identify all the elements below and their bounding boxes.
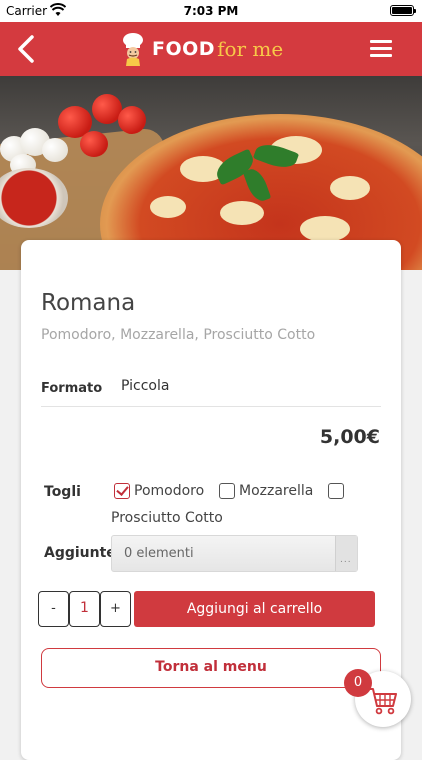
brand-logo: FOOD for me (118, 30, 283, 68)
additions-label: Aggiunte (44, 545, 116, 561)
brand-food: FOOD (152, 38, 216, 60)
clock: 7:03 PM (183, 4, 239, 18)
select-handle[interactable]: ... (335, 536, 357, 571)
additions-select[interactable]: 0 elementi ... (111, 535, 358, 572)
quantity-minus-button[interactable]: - (38, 591, 69, 627)
checkbox-mozzarella[interactable] (219, 483, 235, 499)
brand-forme: for me (217, 37, 284, 61)
shopping-cart-icon (368, 688, 397, 715)
checkbox-prosciutto-label: Prosciutto Cotto (111, 510, 223, 526)
quantity-plus-button[interactable]: + (100, 591, 131, 627)
cart-count-badge: 0 (344, 669, 372, 697)
checkbox-pomodoro[interactable] (114, 483, 130, 499)
add-to-cart-button[interactable]: Aggiungi al carrello (134, 591, 375, 627)
back-to-menu-button[interactable]: Torna al menu (41, 648, 381, 688)
checkbox-prosciutto[interactable] (328, 483, 344, 499)
format-value[interactable]: Piccola (121, 378, 169, 394)
format-label: Formato (41, 381, 103, 396)
app-header: FOOD for me (0, 22, 422, 76)
remove-label: Togli (44, 484, 81, 500)
hamburger-menu-icon[interactable] (370, 40, 392, 58)
chef-icon (123, 33, 143, 66)
checkbox-pomodoro-label: Pomodoro (134, 483, 205, 499)
additions-value: 0 elementi (124, 546, 194, 561)
product-name: Romana (41, 290, 136, 316)
product-ingredients: Pomodoro, Mozzarella, Prosciutto Cotto (41, 327, 316, 343)
battery-icon (390, 5, 416, 16)
divider (41, 406, 381, 407)
product-price: 5,00€ (319, 426, 380, 448)
status-bar: Carrier 7:03 PM (0, 0, 422, 22)
back-arrow-icon[interactable] (14, 34, 40, 64)
quantity-input[interactable]: 1 (69, 591, 100, 627)
checkbox-mozzarella-label: Mozzarella (239, 483, 314, 499)
